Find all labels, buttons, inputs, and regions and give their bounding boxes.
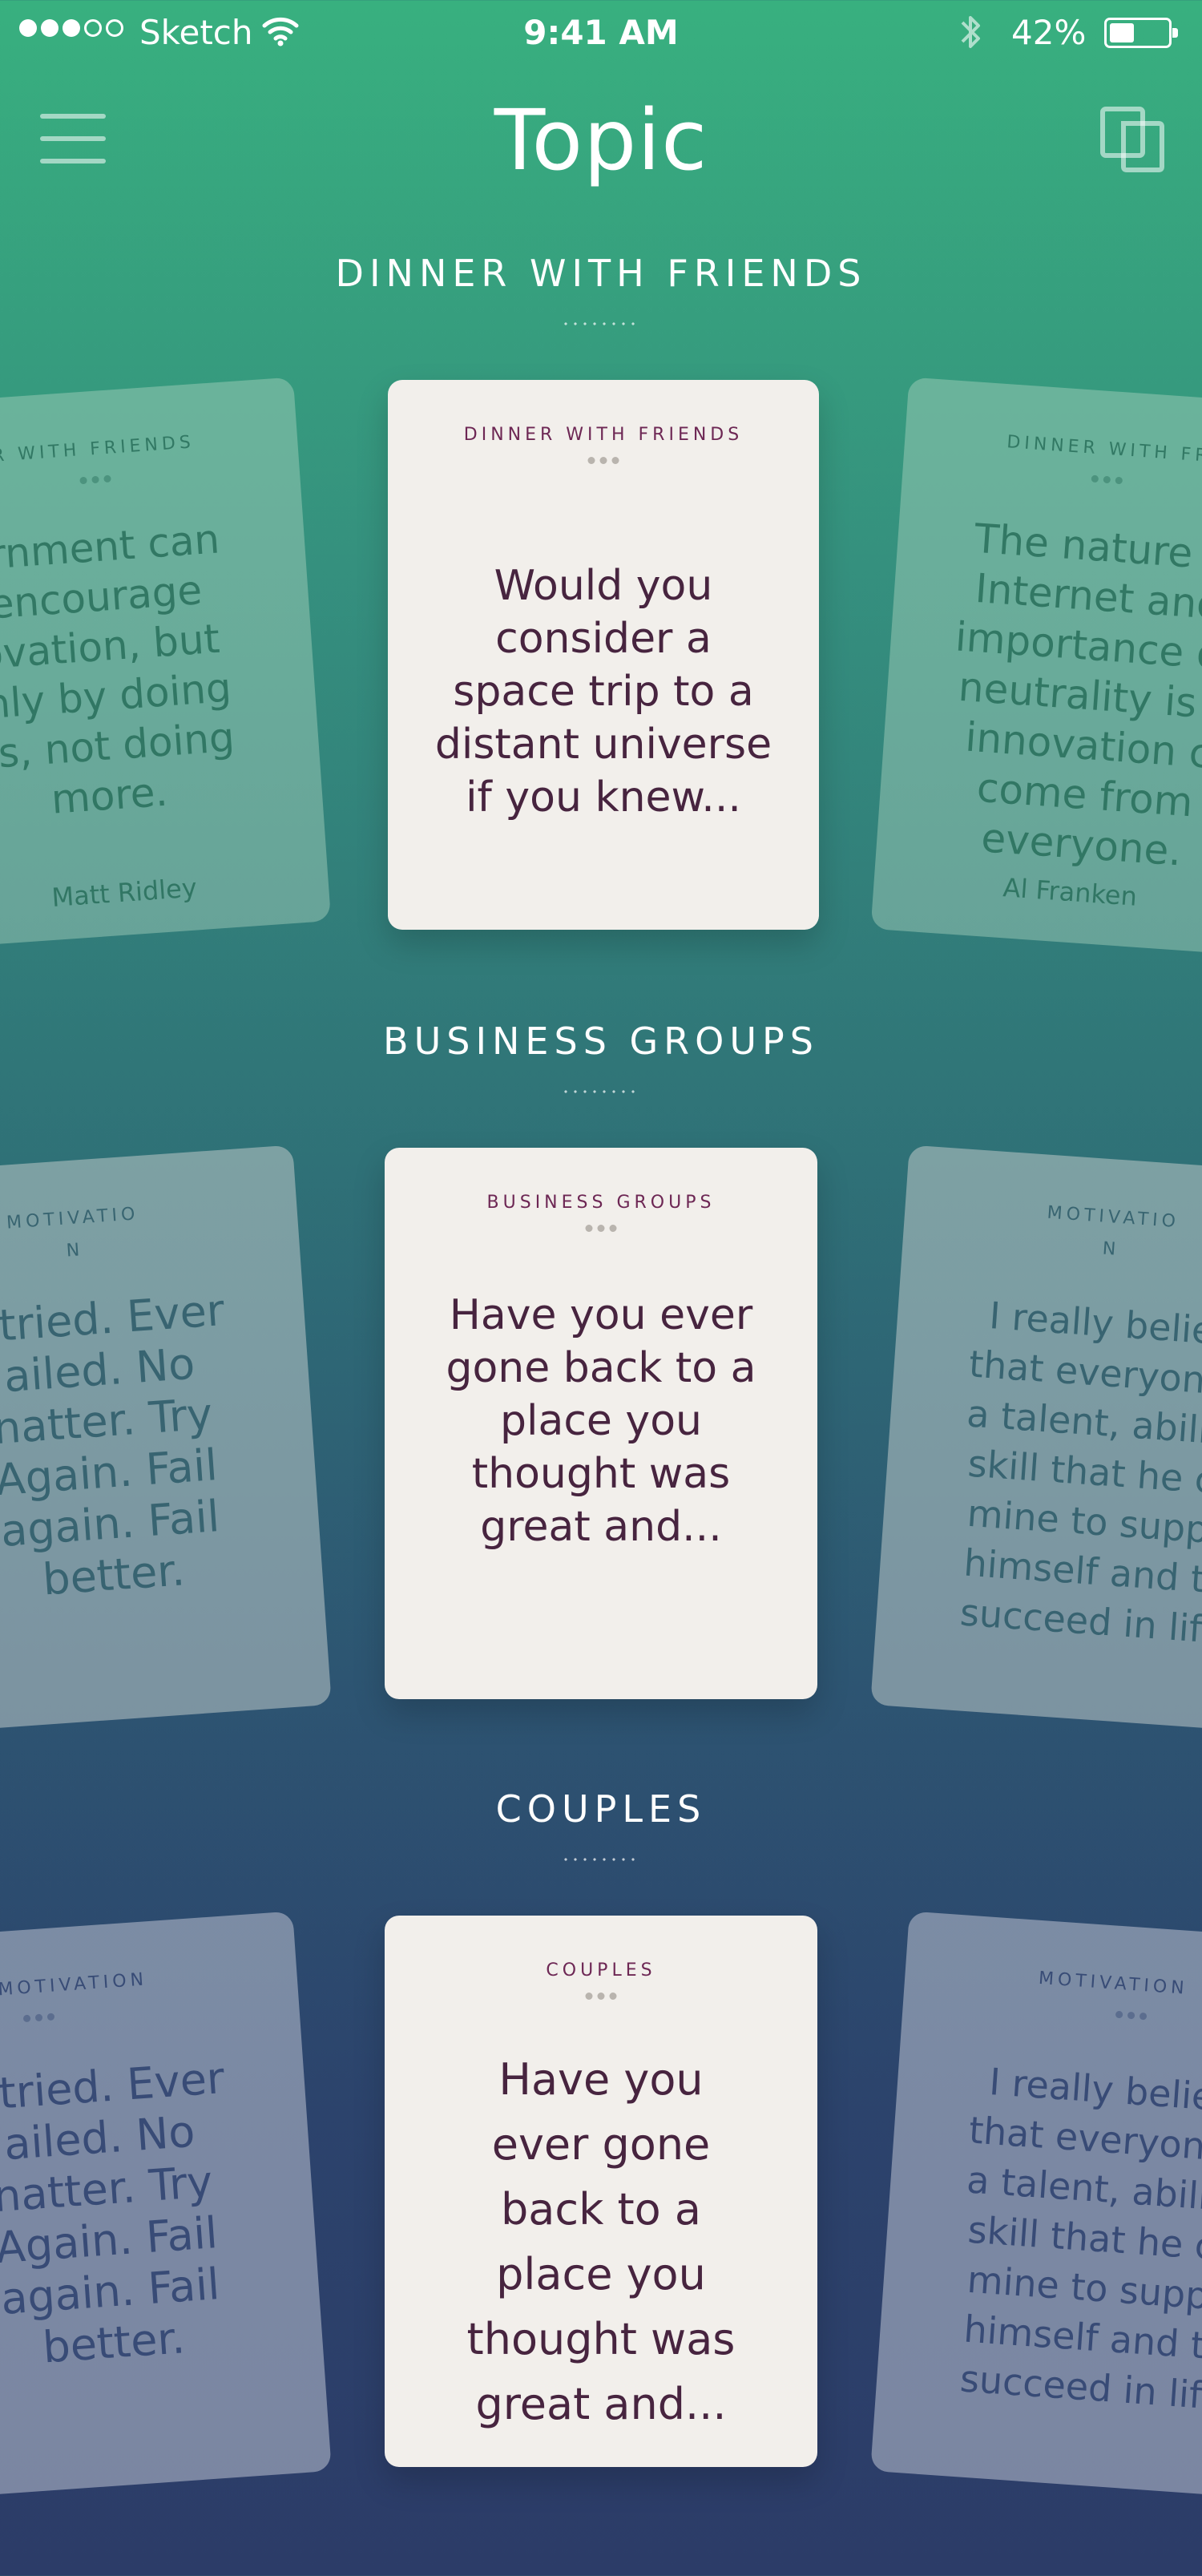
card-label: COUPLES: [546, 1960, 656, 1980]
status-bar: Sketch 9:41 AM 42%: [0, 0, 1202, 66]
battery-percent: 42%: [1011, 13, 1087, 52]
topic-card-business[interactable]: BUSINESS GROUPS Have you ever gone back …: [385, 1148, 817, 1699]
card-question-line: place you: [496, 2249, 706, 2299]
card-label: BUSINESS GROUPS: [486, 1193, 716, 1213]
battery-icon: [1104, 18, 1178, 48]
card-dots-icon: [79, 474, 111, 485]
topic-card-couples[interactable]: COUPLES Have you ever gone back to a pla…: [385, 1916, 817, 2467]
section-divider: [561, 322, 641, 325]
prev-card-business[interactable]: MOTIVATIO N r tried. Ever ailed. No natt…: [0, 1145, 332, 1731]
card-label: DINNER WITH FRIENDS: [463, 425, 744, 445]
card-label: DINNER WITH FR: [1006, 432, 1202, 466]
section-title-business: BUSINESS GROUPS: [383, 1019, 819, 1063]
card-question-line: great and...: [475, 2379, 727, 2429]
card-dots-icon: [585, 1993, 617, 2000]
card-question-line: consider a: [495, 615, 712, 663]
prev-card-couples[interactable]: MOTIVATION r tried. Ever ailed. No natte…: [0, 1911, 332, 2497]
card-question-line: back to a: [501, 2184, 701, 2235]
card-question-line: if you knew...: [466, 773, 741, 822]
prev-card-dinner[interactable]: R WITH FRIENDS ernment can encourage ova…: [0, 377, 332, 947]
card-question-line: space trip to a: [453, 668, 754, 716]
card-question-line: Have you ever: [449, 1291, 753, 1339]
card-question-line: place you: [500, 1397, 702, 1445]
card-question-line: Have you: [498, 2054, 704, 2105]
card-question-line: great and...: [480, 1503, 722, 1551]
next-card-dinner[interactable]: DINNER WITH FR The nature o Internet and…: [870, 377, 1202, 955]
card-question-line: distant universe: [434, 721, 772, 769]
card-question-line: Would you: [494, 562, 713, 610]
card-label-wrap: N: [65, 1239, 85, 1262]
card-label: MOTIVATION: [1038, 1968, 1189, 1999]
card-dots-icon: [1115, 2010, 1148, 2021]
card-dots-icon: [1091, 474, 1123, 485]
card-label: R WITH FRIENDS: [0, 432, 196, 466]
card-label-wrap: N: [1101, 1238, 1121, 1261]
cards-stack-icon[interactable]: [1099, 106, 1165, 173]
card-dots-icon: [585, 1225, 617, 1232]
card-author: Matt Ridley: [50, 872, 198, 913]
bluetooth-icon: [958, 11, 982, 61]
page-title: Topic: [494, 91, 708, 189]
section-divider: [561, 1858, 641, 1861]
card-question-line: thought was: [471, 1450, 731, 1498]
card-question-line: ever gone: [491, 2119, 711, 2170]
card-dots-icon: [587, 457, 619, 464]
card-question-line: gone back to a: [446, 1344, 756, 1392]
card-dots-icon: [22, 2013, 55, 2023]
next-card-couples[interactable]: MOTIVATION I really belie that everyone …: [870, 1911, 1202, 2497]
card-label: MOTIVATION: [0, 1969, 148, 2001]
section-divider: [561, 1090, 641, 1093]
section-title-couples: COUPLES: [495, 1787, 707, 1831]
next-card-business[interactable]: MOTIVATIO N I really belie that everyone…: [870, 1145, 1202, 1731]
section-title-dinner: DINNER WITH FRIENDS: [335, 252, 867, 295]
card-question-line: thought was: [466, 2314, 736, 2364]
topic-card-dinner[interactable]: DINNER WITH FRIENDS Would you consider a…: [388, 380, 819, 930]
